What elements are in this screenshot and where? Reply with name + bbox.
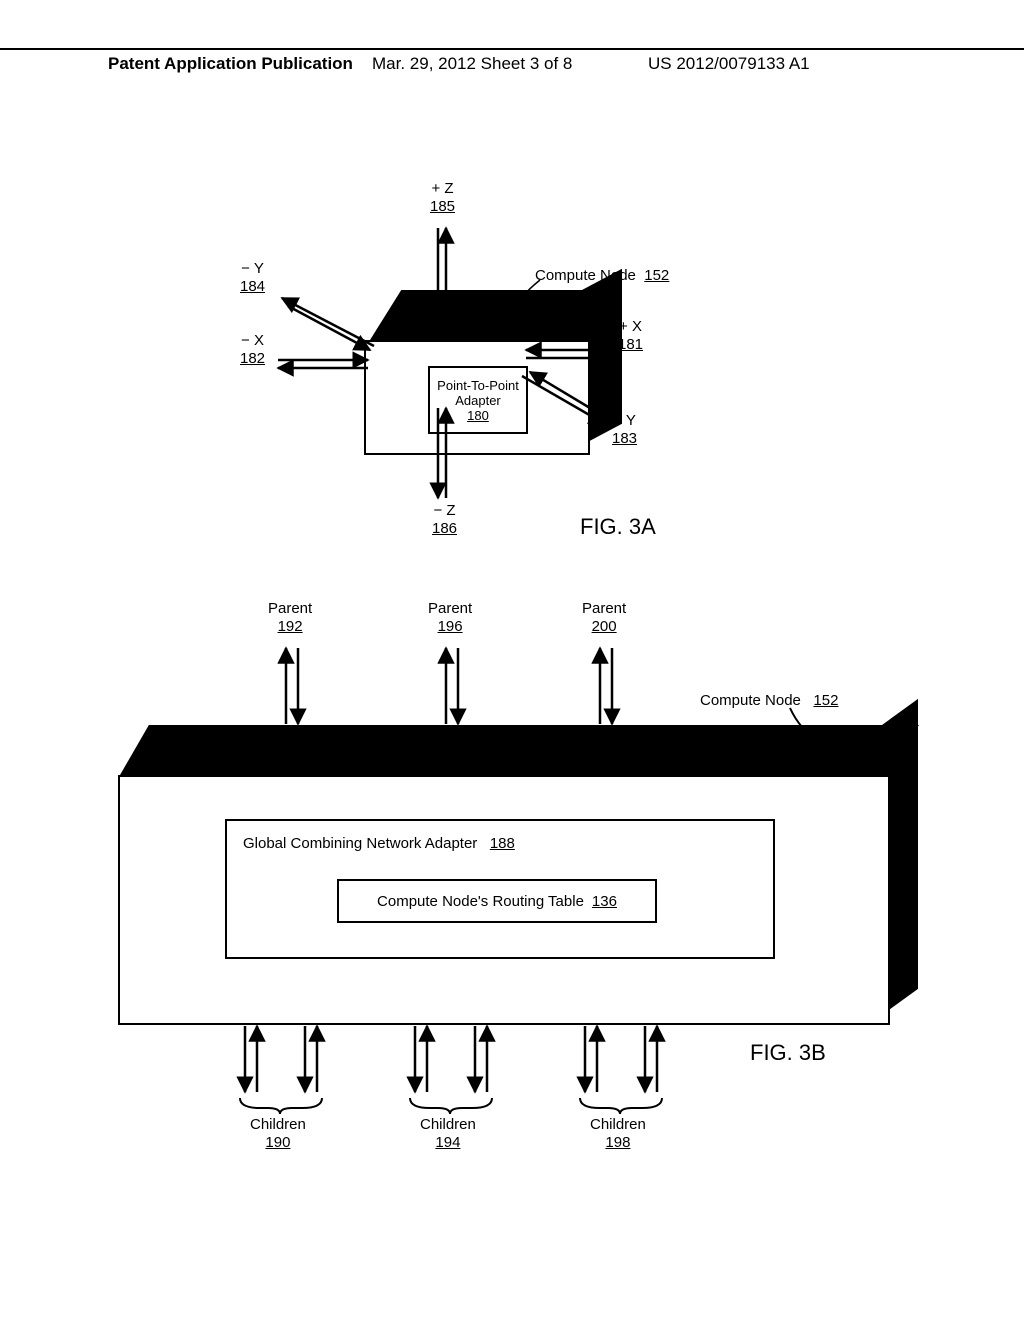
- axis-plus-x: + X 181: [618, 318, 643, 354]
- routing-table: Compute Node's Routing Table 136: [337, 879, 657, 923]
- publication-type: Patent Application Publication: [108, 54, 353, 74]
- compute-node-label-3a: Compute Node 152: [535, 267, 669, 284]
- axis-minus-x: − X 182: [240, 332, 265, 368]
- compute-node-3b: Global Combining Network Adapter 188 Com…: [140, 725, 890, 1005]
- axis-label: − X: [241, 332, 264, 349]
- fig3a-caption: FIG. 3A: [580, 514, 656, 540]
- children-label-1: Children 190: [250, 1116, 306, 1152]
- axis-label: + Y: [613, 412, 636, 429]
- axis-ref: 183: [612, 430, 637, 447]
- parent-text: Parent: [582, 600, 626, 617]
- children-ref: 190: [265, 1134, 290, 1151]
- parent-label-3: Parent 200: [582, 600, 626, 636]
- children-label-3: Children 198: [590, 1116, 646, 1152]
- children-text: Children: [420, 1116, 476, 1133]
- axis-plus-z: + Z 185: [430, 180, 455, 216]
- p2p-label-1: Point-To-Point: [430, 378, 526, 393]
- compute-node-ref: 152: [813, 692, 838, 709]
- publication-date-sheet: Mar. 29, 2012 Sheet 3 of 8: [372, 54, 572, 74]
- children-label-2: Children 194: [420, 1116, 476, 1152]
- figure-3a: Point-To-Point Adapter 180 + Z 185 − Z 1…: [240, 180, 800, 600]
- routing-ref: 136: [592, 893, 617, 910]
- parent-text: Parent: [428, 600, 472, 617]
- children-ref: 194: [435, 1134, 460, 1151]
- page-header: Patent Application Publication Mar. 29, …: [0, 48, 1024, 54]
- figure-3b: Parent 192 Parent 196 Parent 200 Compute…: [140, 600, 900, 1160]
- routing-text: Compute Node's Routing Table: [377, 893, 584, 910]
- parent-label-2: Parent 196: [428, 600, 472, 636]
- axis-label: + X: [619, 318, 642, 335]
- compute-node-text: Compute Node: [535, 267, 636, 284]
- axis-ref: 182: [240, 350, 265, 367]
- parent-ref: 200: [592, 618, 617, 635]
- axis-minus-y: − Y 184: [240, 260, 265, 296]
- compute-node-3a: Point-To-Point Adapter 180: [370, 290, 590, 430]
- global-combining-network-adapter: Global Combining Network Adapter 188 Com…: [225, 819, 775, 959]
- axis-ref: 185: [430, 198, 455, 215]
- cube-top-face: [120, 725, 919, 775]
- gcna-text: Global Combining Network Adapter: [243, 835, 477, 852]
- axis-label: + Z: [431, 180, 453, 197]
- cube-front-face: Point-To-Point Adapter 180: [364, 340, 590, 455]
- compute-node-label-3b: Compute Node 152: [700, 692, 838, 709]
- cube-front-face: Global Combining Network Adapter 188 Com…: [118, 775, 890, 1025]
- parent-label-1: Parent 192: [268, 600, 312, 636]
- point-to-point-adapter: Point-To-Point Adapter 180: [428, 366, 528, 434]
- axis-ref: 181: [618, 336, 643, 353]
- axis-minus-z: − Z 186: [432, 502, 457, 538]
- fig3b-caption: FIG. 3B: [750, 1040, 826, 1066]
- axis-label: − Z: [433, 502, 455, 519]
- axis-label: − Y: [241, 260, 264, 277]
- p2p-ref: 180: [430, 408, 526, 423]
- p2p-label-2: Adapter: [430, 393, 526, 408]
- parent-ref: 192: [278, 618, 303, 635]
- compute-node-ref: 152: [644, 267, 669, 284]
- compute-node-text: Compute Node: [700, 692, 801, 709]
- axis-plus-y: + Y 183: [612, 412, 637, 448]
- parent-ref: 196: [438, 618, 463, 635]
- children-ref: 198: [605, 1134, 630, 1151]
- parent-text: Parent: [268, 600, 312, 617]
- gcna-ref: 188: [490, 835, 515, 852]
- publication-number: US 2012/0079133 A1: [648, 54, 810, 74]
- children-text: Children: [250, 1116, 306, 1133]
- children-text: Children: [590, 1116, 646, 1133]
- axis-ref: 184: [240, 278, 265, 295]
- axis-ref: 186: [432, 520, 457, 537]
